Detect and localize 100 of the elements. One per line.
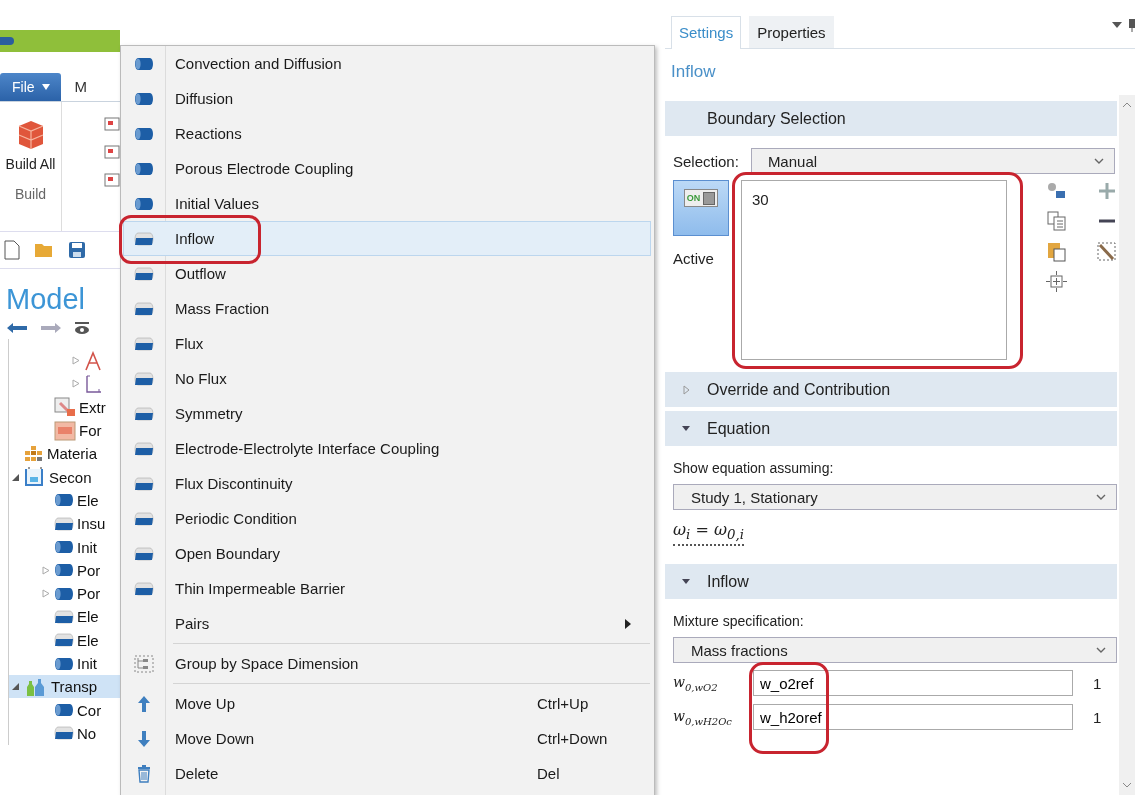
cylinder-icon [54, 656, 74, 671]
tree-item[interactable]: Cor [9, 698, 120, 722]
panel-tab[interactable]: Settings [671, 16, 742, 49]
cylinder-icon [54, 703, 74, 718]
panel-tab[interactable]: Properties [749, 16, 834, 48]
input-field[interactable]: w_o2ref [753, 670, 1073, 697]
window-icon[interactable] [104, 172, 120, 188]
collapsed-triangle-icon[interactable] [70, 379, 80, 389]
caret-icon [40, 83, 51, 91]
shortcut-label: Del [537, 765, 561, 782]
menu-item[interactable]: No Flux [123, 361, 651, 396]
pin-icon[interactable] [1129, 18, 1135, 32]
section-header[interactable]: Inflow [665, 564, 1117, 600]
paste-icon[interactable] [1045, 240, 1069, 264]
copy-icon[interactable] [1045, 210, 1069, 234]
tree-item[interactable]: Ele [9, 488, 120, 513]
menu-item[interactable]: Electrode-Electrolyte Interface Coupling [123, 431, 651, 466]
drafting-icon [84, 350, 102, 371]
tree-item[interactable]: Secon [9, 465, 120, 489]
build-all-button[interactable]: Build All [5, 120, 56, 172]
shortcut-label: Ctrl+Down [537, 730, 609, 747]
cylinder-icon [134, 161, 154, 176]
section-header[interactable]: Equation [665, 411, 1117, 446]
axes-icon [84, 373, 102, 394]
tree-item[interactable]: No [9, 721, 120, 746]
menu-item[interactable]: Flux Discontinuity [123, 466, 651, 501]
eye-icon[interactable] [74, 321, 90, 335]
menu-item[interactable]: Pairs [123, 606, 651, 641]
tree-item[interactable]: Extr [9, 395, 120, 419]
menu-item[interactable]: Reactions [123, 116, 651, 151]
save-icon[interactable] [68, 241, 86, 259]
menu-item[interactable]: Initial Values [123, 186, 651, 221]
menu-item[interactable]: Convection and Diffusion [123, 46, 651, 81]
scrollbar[interactable] [1119, 95, 1135, 795]
section-header: Boundary Selection [665, 101, 1117, 136]
scroll-up-icon[interactable] [1122, 101, 1132, 108]
expanded-triangle-icon[interactable] [10, 682, 20, 692]
panel-icon[interactable] [104, 116, 120, 132]
tree-item[interactable]: Ele [9, 628, 120, 652]
list-entry[interactable]: 30 [752, 191, 996, 208]
collapsed-triangle-icon[interactable] [40, 589, 50, 599]
menu-item[interactable]: Symmetry [123, 396, 651, 431]
selection-list[interactable]: 30 [741, 180, 1007, 360]
menu-item[interactable]: Periodic Condition [123, 501, 651, 536]
chevron-icon [1096, 646, 1106, 654]
input-field[interactable]: w_h2oref [753, 704, 1073, 731]
file-menu-button[interactable]: File [0, 73, 61, 101]
tree-item[interactable]: Init [9, 535, 120, 559]
section-header[interactable]: Override and Contribution [665, 372, 1117, 407]
menu-item[interactable]: Move Down Ctrl+Down [123, 721, 651, 756]
menu-item[interactable]: Outflow [123, 256, 651, 291]
tree-item[interactable]: Por [9, 558, 120, 582]
menu-item[interactable]: Diffusion [123, 81, 651, 116]
scroll-down-icon[interactable] [1122, 782, 1132, 789]
tree-item[interactable]: Transp [9, 675, 120, 699]
selection-dropdown[interactable]: Manual [750, 148, 1115, 174]
dropdown-arrow-icon[interactable] [1111, 21, 1123, 29]
half-cylinder-icon [134, 336, 154, 351]
menu-item[interactable]: Mass Fraction [123, 291, 651, 326]
half-cylinder-icon [134, 511, 154, 526]
ribbon-tab[interactable]: M [74, 78, 88, 101]
node-title: Inflow [670, 61, 717, 83]
clear-selection-icon[interactable] [1095, 240, 1119, 264]
operator-icon [54, 397, 76, 418]
collapsed-triangle-icon[interactable] [70, 356, 80, 366]
mixture-dropdown[interactable]: Mass fractions [673, 637, 1117, 664]
menu-item[interactable]: Delete Del [123, 756, 651, 791]
zoom-to-selection-icon[interactable] [1045, 270, 1069, 294]
menu-item[interactable]: Thin Impermeable Barrier [123, 571, 651, 606]
half-cylinder-icon [134, 301, 154, 316]
menu-item[interactable]: Move Up Ctrl+Up [123, 686, 651, 721]
tree-item[interactable]: Init [9, 651, 120, 676]
back-arrow-icon[interactable] [6, 322, 28, 334]
cylinder-icon [54, 493, 74, 508]
expanded-triangle-icon[interactable] [10, 472, 20, 482]
panel-title: Model [5, 282, 86, 315]
union-icon [54, 420, 76, 441]
new-file-icon[interactable] [4, 240, 20, 260]
tree-item[interactable]: Materia [9, 442, 120, 466]
form-icon[interactable] [104, 144, 120, 160]
menu-item[interactable]: Flux [123, 326, 651, 361]
menu-item[interactable]: Porous Electrode Coupling [123, 151, 651, 186]
tree-item[interactable]: Insu [9, 512, 120, 536]
menu-item[interactable]: Inflow [123, 221, 651, 256]
study-dropdown[interactable]: Study 1, Stationary [673, 484, 1117, 510]
tree-item[interactable]: Por [9, 581, 120, 606]
collapsed-triangle-icon[interactable] [40, 565, 50, 575]
menu-item[interactable]: Group by Space Dimension [123, 646, 651, 681]
half-cylinder-icon [134, 546, 154, 561]
shortcut-label: Ctrl+Up [537, 695, 590, 712]
tree-item[interactable]: Ele [9, 605, 120, 629]
tree-item[interactable]: For [9, 418, 120, 443]
folder-icon[interactable] [34, 241, 54, 259]
forward-arrow-icon[interactable] [40, 322, 62, 334]
field-label: Selection: [673, 152, 739, 170]
cylinder-icon [54, 563, 74, 578]
group-icon [134, 654, 154, 673]
menu-item[interactable]: Open Boundary [123, 536, 651, 571]
cylinder-icon [134, 196, 154, 211]
half-cylinder-icon [54, 633, 74, 648]
